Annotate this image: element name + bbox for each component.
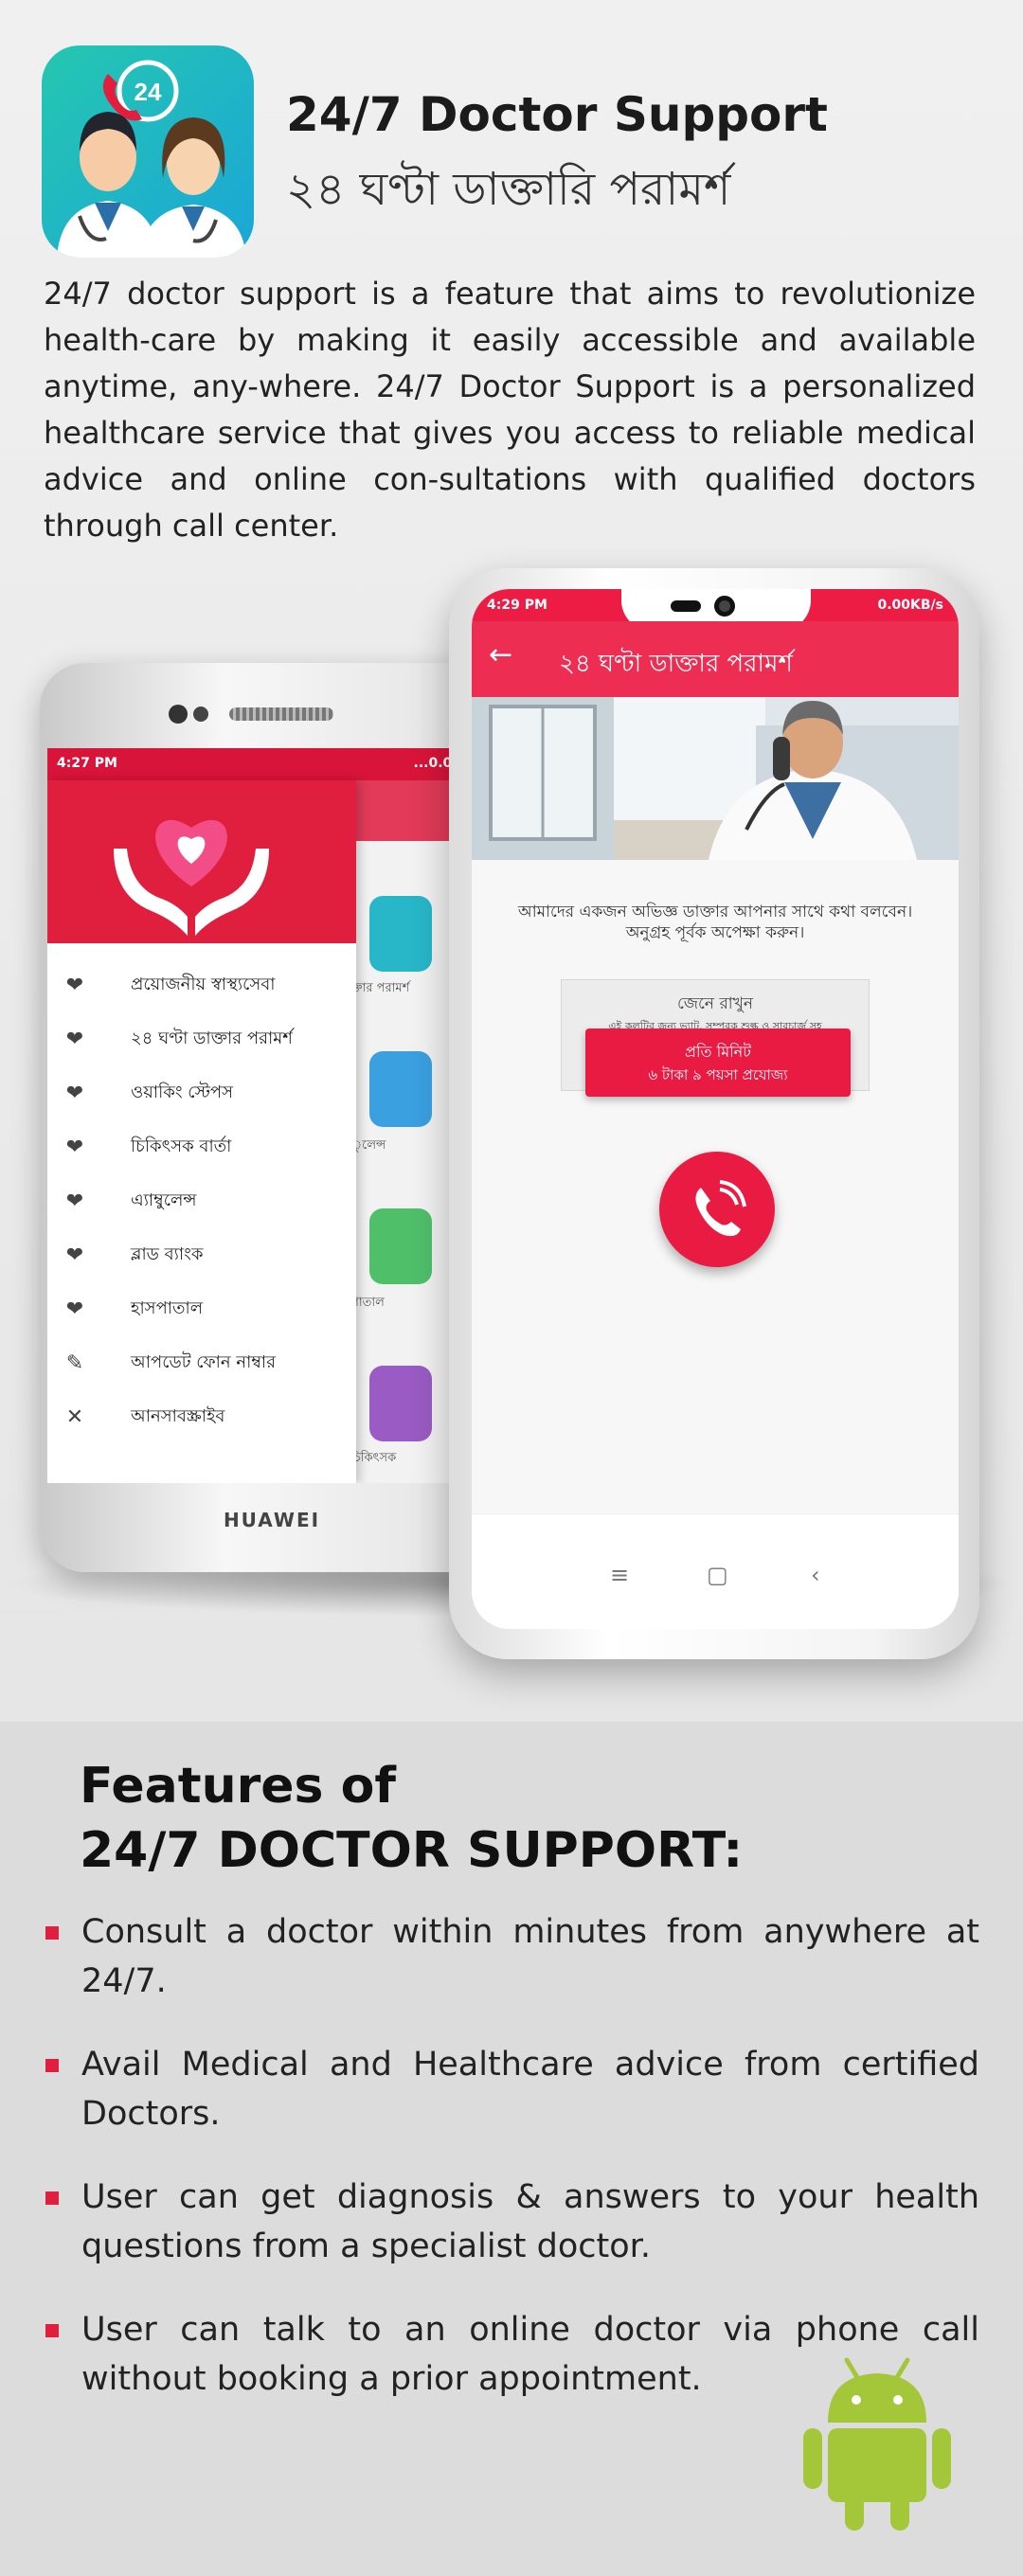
drawer-item-walking-steps[interactable]: ❤ ওয়াকিং স্টেপস xyxy=(47,1066,356,1120)
status-indicators: 0.00KB/s xyxy=(877,598,943,613)
app-icon: 24 xyxy=(42,45,254,258)
back-nav-icon[interactable]: ‹ xyxy=(811,1562,820,1588)
drawer-item-blood-bank[interactable]: ❤ ব্লাড ব্যাংক xyxy=(47,1228,356,1282)
system-nav-bar: ≡ ▢ ‹ xyxy=(472,1513,959,1629)
rate-label: প্রতি মিনিট xyxy=(685,1043,751,1061)
phone-brand-logo: HUAWEI xyxy=(223,1509,321,1531)
status-bar: 4:27 PM ...0.05KB/s xyxy=(47,748,504,780)
app-title: 24/7 Doctor Support xyxy=(286,87,828,142)
navigation-drawer: ❤ প্রয়োজনীয় স্বাস্থ্যসেবা ❤ ২৪ ঘণ্টা ডাক… xyxy=(47,780,356,1483)
heart-icon: ❤ xyxy=(65,1136,84,1159)
left-phone-screen: 4:27 PM ...0.05KB/s ক্তার পরামর্শ ুলেন্স… xyxy=(47,748,504,1483)
drawer-item-label: চিকিৎসক বার্তা xyxy=(131,1136,232,1156)
right-phone-screen: 4:29 PM 0.00KB/s ← ২৪ ঘণ্টা ডাক্তার পরাম… xyxy=(472,589,959,1629)
bullet-icon xyxy=(45,2324,59,2337)
earpiece xyxy=(671,600,701,612)
drawer-item-ambulance[interactable]: ❤ এ্যাম্বুলেন্স xyxy=(47,1174,356,1228)
features-heading-line2: 24/7 DOCTOR SUPPORT: xyxy=(80,1822,744,1879)
wait-message: আমাদের একজন অভিজ্ঞ ডাক্তার আপনার সাথে কথ… xyxy=(481,902,949,943)
left-phone-mockup: 4:27 PM ...0.05KB/s ক্তার পরামর্শ ুলেন্স… xyxy=(40,663,504,1572)
tile-hospital[interactable] xyxy=(369,1208,432,1284)
sensor-icon xyxy=(193,707,208,722)
call-button[interactable] xyxy=(659,1152,775,1267)
feature-item: User can get diagnosis & answers to your… xyxy=(45,2173,979,2271)
heart-icon: ❤ xyxy=(65,1297,84,1321)
status-time: 4:27 PM xyxy=(57,756,117,771)
feature-item: Avail Medical and Healthcare advice from… xyxy=(45,2040,979,2138)
heart-hands-logo-icon xyxy=(114,819,269,936)
recents-nav-icon[interactable]: ≡ xyxy=(610,1562,629,1588)
drawer-item-label: ব্লাড ব্যাংক xyxy=(131,1244,204,1264)
heart-icon: ❤ xyxy=(65,1243,84,1267)
icon-badge-text: 24 xyxy=(135,78,162,106)
doctor-on-phone-photo xyxy=(472,697,959,860)
feature-text: Consult a doctor within minutes from any… xyxy=(81,1913,979,2000)
wait-message-line2: অনুগ্রহ পূর্বক অপেক্ষা করুন। xyxy=(625,923,805,942)
features-heading-line1: Features of xyxy=(80,1758,396,1815)
speaker-grille xyxy=(229,707,333,721)
tile-caption: চিকিৎসক xyxy=(350,1451,397,1465)
android-logo-icon xyxy=(803,2357,951,2531)
drawer-item-label: আনসাবস্ক্রাইব xyxy=(131,1406,225,1426)
rate-value: ৬ টাকা ৯ পয়সা প্রযোজ্য xyxy=(648,1066,788,1083)
app-subtitle-bengali: ২৪ ঘণ্টা ডাক্তারি পরামর্শ xyxy=(286,163,731,216)
doctors-icon: 24 xyxy=(57,60,246,258)
tile-doctor-consult[interactable] xyxy=(369,896,432,972)
bullet-icon xyxy=(45,2191,59,2205)
feature-text: Avail Medical and Healthcare advice from… xyxy=(81,2046,979,2133)
drawer-item-doctor-consult[interactable]: ❤ ২৪ ঘণ্টা ডাক্তার পরামর্শ xyxy=(47,1012,356,1066)
tile-ambulance[interactable] xyxy=(369,1051,432,1127)
drawer-item-update-phone[interactable]: ✎ আপডেট ফোন নাম্বার xyxy=(47,1336,356,1390)
drawer-item-label: হাসপাতাল xyxy=(131,1298,204,1318)
heart-icon: ❤ xyxy=(65,1028,84,1051)
home-nav-icon[interactable]: ▢ xyxy=(707,1562,728,1588)
call-screen-body: আমাদের একজন অভিজ্ঞ ডাক্তার আপনার সাথে কথ… xyxy=(472,860,959,1513)
right-phone-mockup: 4:29 PM 0.00KB/s ← ২৪ ঘণ্টা ডাক্তার পরাম… xyxy=(449,568,979,1659)
screen-title: ২৪ ঘণ্টা ডাক্তার পরামর্শ xyxy=(559,650,793,678)
drawer-item-essential-health[interactable]: ❤ প্রয়োজনীয় স্বাস্থ্যসেবা xyxy=(47,958,356,1012)
front-camera-icon xyxy=(169,705,188,724)
drawer-item-hospital[interactable]: ❤ হাসপাতাল xyxy=(47,1282,356,1336)
drawer-item-doctor-message[interactable]: ❤ চিকিৎসক বার্তা xyxy=(47,1120,356,1174)
feature-text: User can get diagnosis & answers to your… xyxy=(81,2178,979,2265)
promo-header-section: 24 24/7 Doctor Support ২৪ ঘণ্টা ডাক্তারি… xyxy=(0,0,1023,1722)
drawer-menu: ❤ প্রয়োজনীয় স্বাস্থ্যসেবা ❤ ২৪ ঘণ্টা ডাক… xyxy=(47,943,356,1444)
notice-title: জেনে রাখুন xyxy=(676,994,754,1013)
heart-icon: ❤ xyxy=(65,1190,84,1213)
drawer-item-label: আপডেট ফোন নাম্বার xyxy=(131,1352,277,1372)
wait-message-line1: আমাদের একজন অভিজ্ঞ ডাক্তার আপনার সাথে কথ… xyxy=(517,903,913,921)
feature-item: Consult a doctor within minutes from any… xyxy=(45,1907,979,2006)
drawer-header xyxy=(47,780,356,943)
close-icon: ✕ xyxy=(65,1405,84,1429)
phone-ringing-icon xyxy=(695,1180,746,1237)
bullet-icon xyxy=(45,1926,59,1940)
call-rate-badge: প্রতি মিনিট ৬ টাকা ৯ পয়সা প্রযোজ্য xyxy=(585,1029,851,1097)
tile-caption: ক্তার পরামর্শ xyxy=(350,981,410,995)
drawer-item-label: ওয়াকিং স্টেপস xyxy=(131,1082,234,1102)
status-time: 4:29 PM xyxy=(487,598,547,613)
heart-icon: ❤ xyxy=(65,1082,84,1105)
back-arrow-icon[interactable]: ← xyxy=(489,638,512,671)
drawer-item-label: ২৪ ঘণ্টা ডাক্তার পরামর্শ xyxy=(131,1029,293,1048)
pencil-icon: ✎ xyxy=(65,1351,84,1375)
app-bar: ← ২৪ ঘণ্টা ডাক্তার পরামর্শ xyxy=(472,621,959,697)
bullet-icon xyxy=(45,2059,59,2072)
drawer-item-unsubscribe[interactable]: ✕ আনসাবস্ক্রাইব xyxy=(47,1390,356,1444)
drawer-item-label: প্রয়োজনীয় স্বাস্থ্যসেবা xyxy=(131,975,276,994)
heart-icon: ❤ xyxy=(65,974,84,997)
tile-doctor-message[interactable] xyxy=(369,1366,432,1441)
app-description: 24/7 doctor support is a feature that ai… xyxy=(44,276,976,544)
drawer-item-label: এ্যাম্বুলেন্স xyxy=(131,1190,197,1210)
front-camera-icon xyxy=(714,596,735,617)
